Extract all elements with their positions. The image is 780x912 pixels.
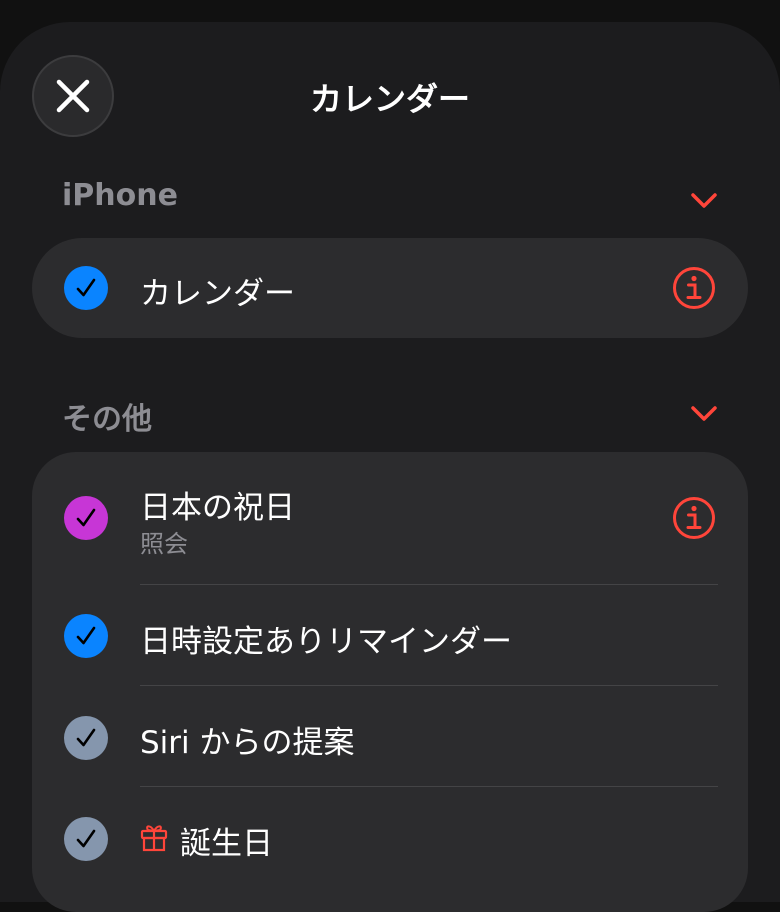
sheet-title: カレンダー	[309, 80, 470, 118]
birthdays-label: 誕生日	[180, 826, 273, 862]
checkmark-icon[interactable]	[64, 496, 108, 540]
other-calendar-list: 日本の祝日 照会 日時設定ありリマインダー Siri からの提案 誕生日	[32, 452, 748, 912]
section-header-other: その他	[62, 402, 152, 437]
info-icon[interactable]	[672, 266, 716, 310]
gift-icon	[140, 825, 168, 852]
list-item-calendar[interactable]: カレンダー	[32, 238, 748, 338]
checkmark-icon[interactable]	[64, 716, 108, 760]
list-item-birthdays[interactable]: 誕生日	[32, 787, 748, 887]
list-item-siri-suggestions[interactable]: Siri からの提案	[32, 686, 748, 786]
checkmark-icon[interactable]	[64, 266, 108, 310]
section-header-iphone: iPhone	[62, 178, 178, 213]
chevron-down-icon[interactable]	[690, 192, 718, 210]
reminders-label: 日時設定ありリマインダー	[140, 624, 512, 660]
siri-suggestions-label: Siri からの提案	[140, 725, 355, 761]
calendar-label: カレンダー	[140, 276, 295, 312]
list-item-reminders[interactable]: 日時設定ありリマインダー	[32, 585, 748, 685]
checkmark-icon[interactable]	[64, 817, 108, 861]
list-item-holidays[interactable]: 日本の祝日 照会	[32, 452, 748, 584]
calendar-sheet: カレンダー iPhone カレンダー その他 日本の祝日 照会 日時設定ありリマ…	[0, 22, 780, 912]
chevron-down-icon[interactable]	[690, 405, 718, 423]
holidays-label: 日本の祝日	[140, 490, 295, 526]
checkmark-icon[interactable]	[64, 614, 108, 658]
info-icon[interactable]	[672, 496, 716, 540]
holidays-sublabel: 照会	[140, 530, 188, 558]
iphone-calendar-list: カレンダー	[32, 238, 748, 338]
